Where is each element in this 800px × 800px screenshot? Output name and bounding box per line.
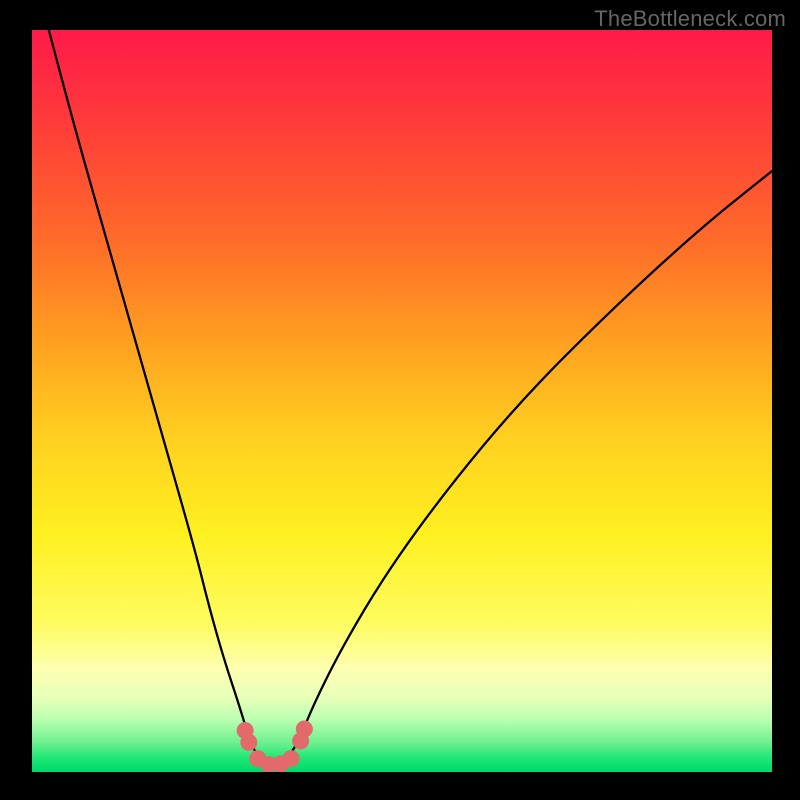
plot-area [32, 30, 772, 772]
marker-dot [240, 734, 257, 751]
curve-path [47, 30, 772, 766]
watermark-text: TheBottleneck.com [594, 6, 786, 32]
optimal-region-markers [237, 720, 313, 772]
bottleneck-curve [32, 30, 772, 772]
chart-frame: TheBottleneck.com [0, 0, 800, 800]
marker-dot [296, 720, 313, 737]
marker-dot [283, 750, 300, 767]
